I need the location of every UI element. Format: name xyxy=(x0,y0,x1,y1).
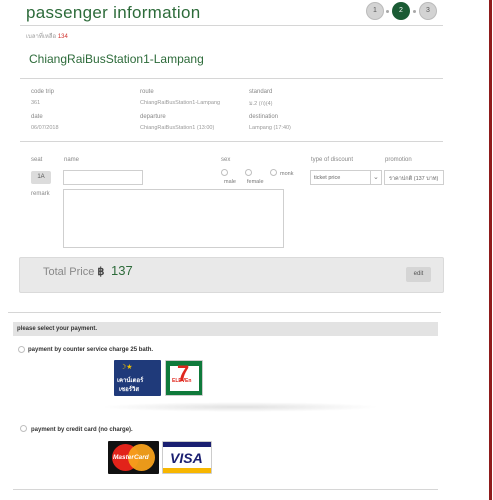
payment-counter-label[interactable]: payment by counter service charge 25 bat… xyxy=(28,347,153,353)
total-price-label: Total Price ฿ xyxy=(43,265,104,278)
counter-service-logo: ☽★ เคาน์เตอร์ เซอร์วิส xyxy=(114,360,161,396)
remark-textarea[interactable] xyxy=(63,189,284,248)
visa-top-band xyxy=(163,442,211,447)
right-accent-bar xyxy=(489,0,492,500)
page-title: passenger information xyxy=(26,3,201,22)
header-divider xyxy=(20,25,443,26)
promotion-selected-value: ราคาปกติ (137 บาท) xyxy=(389,176,439,182)
mastercard-logo: MasterCard xyxy=(108,441,159,474)
remark-label: remark xyxy=(31,191,50,197)
remaining-time: เบลาที่เหลือ 134 xyxy=(26,31,68,41)
trip-divider xyxy=(20,141,443,142)
promotion-select[interactable]: ราคาปกติ (137 บาท) xyxy=(384,170,444,185)
discount-label: type of discount xyxy=(311,157,354,163)
discount-select[interactable]: ticket price ⌄ xyxy=(310,170,382,185)
option-shadow-divider xyxy=(100,402,380,412)
visa-logo: VISA xyxy=(162,441,212,474)
promotion-label: promotion xyxy=(385,157,412,163)
payment-credit-label[interactable]: payment by credit card (no charge). xyxy=(31,427,133,433)
name-label: name xyxy=(64,157,80,163)
payment-counter-radio[interactable] xyxy=(18,346,25,353)
seat-label: seat xyxy=(31,157,43,163)
seat-badge: 1A xyxy=(31,171,51,184)
total-price-amount: 137 xyxy=(111,263,133,278)
sex-label: sex xyxy=(221,157,231,163)
payment-header: please select your payment. xyxy=(13,322,438,336)
standard-value: ม.2 (ก)(4) xyxy=(249,101,273,107)
section-divider xyxy=(8,312,441,313)
select-divider xyxy=(370,171,371,184)
date-label: date xyxy=(31,114,43,120)
sex-female-radio[interactable] xyxy=(245,169,252,176)
code-trip-label: code trip xyxy=(31,89,55,95)
seven-eleven-logo: 7 ELEVEn xyxy=(165,360,203,396)
route-value: ChiangRaiBusStation1-Lampang xyxy=(140,100,221,106)
date-value: 06/07/2018 xyxy=(31,125,59,131)
mastercard-text: MasterCard xyxy=(113,454,149,461)
discount-selected-value: ticket price xyxy=(314,175,341,181)
step-2-indicator: 2 xyxy=(392,2,410,20)
visa-text: VISA xyxy=(170,450,203,466)
payment-credit-radio[interactable] xyxy=(20,425,27,432)
visa-bottom-band xyxy=(163,468,211,473)
sex-female-label: female xyxy=(247,179,264,185)
step-1-indicator: 1 xyxy=(366,2,384,20)
remaining-time-label: เบลาที่เหลือ xyxy=(26,34,57,40)
total-label-text: Total Price xyxy=(43,266,95,278)
step-connector-dot xyxy=(413,10,416,13)
route-heading: ChiangRaiBusStation1-Lampang xyxy=(29,52,204,66)
remaining-time-value: 134 xyxy=(57,34,68,40)
code-trip-value: 361 xyxy=(31,100,41,106)
standard-label: standard xyxy=(249,89,273,95)
sex-male-label: male xyxy=(224,179,236,185)
departure-label: departure xyxy=(140,114,166,120)
name-input[interactable] xyxy=(63,170,143,185)
seven-eleven-word: ELEVEn xyxy=(172,378,192,384)
step-3-indicator: 3 xyxy=(419,2,437,20)
destination-value: Lampang (17:40) xyxy=(249,125,291,131)
payment-bottom-divider xyxy=(13,489,438,490)
currency-symbol: ฿ xyxy=(97,266,105,278)
counter-logo-line-2: เซอร์วิส xyxy=(119,387,139,393)
departure-value: ChiangRaiBusStation1 (13:00) xyxy=(140,125,215,131)
chevron-down-icon[interactable]: ⌄ xyxy=(373,173,379,181)
route-label: route xyxy=(140,89,154,95)
sex-male-radio[interactable] xyxy=(221,169,228,176)
sex-monk-label: monk xyxy=(280,171,294,177)
edit-button[interactable]: edit xyxy=(406,267,431,282)
moon-icon: ☽★ xyxy=(120,364,133,371)
route-divider xyxy=(20,78,443,79)
step-connector-dot xyxy=(386,10,389,13)
destination-label: destination xyxy=(249,114,279,120)
sex-monk-radio[interactable] xyxy=(270,169,277,176)
